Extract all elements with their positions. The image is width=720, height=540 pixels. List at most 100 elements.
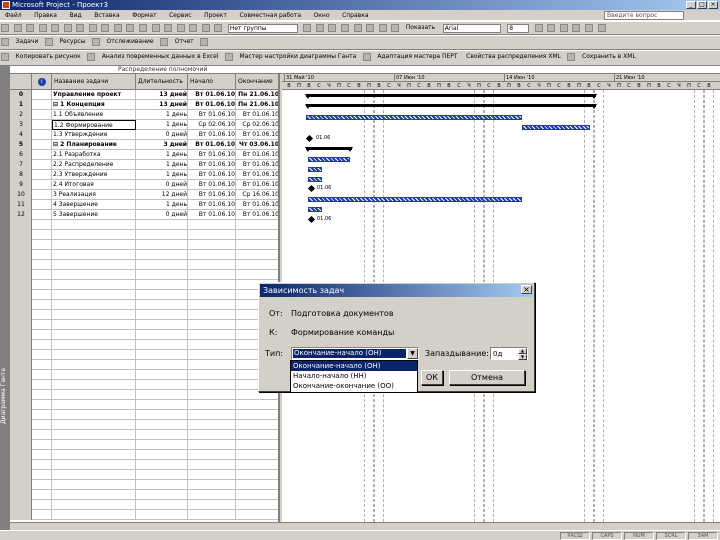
start-cell[interactable] xyxy=(188,490,236,500)
paste-icon[interactable] xyxy=(101,24,110,32)
row-header[interactable] xyxy=(10,470,32,480)
indicator-cell[interactable] xyxy=(32,410,52,420)
tracking-button[interactable]: Отслеживание xyxy=(107,38,154,46)
menu-view[interactable]: Вид xyxy=(65,10,87,20)
indicator-cell[interactable] xyxy=(32,480,52,490)
finish-cell[interactable]: Вт 01.06.10 xyxy=(236,210,278,220)
start-cell[interactable] xyxy=(188,400,236,410)
show-subtasks-icon[interactable] xyxy=(378,24,387,32)
notes-icon[interactable] xyxy=(201,24,210,32)
duration-cell[interactable] xyxy=(136,240,188,250)
row-header[interactable]: 10 xyxy=(10,190,32,200)
table-row[interactable]: 2 1.1 Объявление 1 день Вт 01.06.10 Вт 01.06… xyxy=(10,110,278,120)
task-name-cell[interactable]: 5 Завершение xyxy=(52,210,136,220)
finish-cell[interactable] xyxy=(236,430,278,440)
finish-cell[interactable]: Чт 03.06.10 xyxy=(236,140,278,150)
cut-icon[interactable] xyxy=(76,24,85,32)
table-row[interactable]: 11 4 Завершение 1 день Вт 01.06.10 Вт 01.06.… xyxy=(10,200,278,210)
menu-collaborate[interactable]: Совместная работа xyxy=(234,10,306,20)
table-row[interactable]: 5 ⊟ 2 Планирование 3 дней Вт 01.06.10 Чт 03.… xyxy=(10,140,278,150)
table-row[interactable] xyxy=(10,480,278,490)
start-cell[interactable] xyxy=(188,350,236,360)
finish-cell[interactable]: Ср 16.06.10 xyxy=(236,190,278,200)
indicator-cell[interactable] xyxy=(32,130,52,140)
start-cell[interactable] xyxy=(188,450,236,460)
duration-cell[interactable] xyxy=(136,500,188,510)
start-cell[interactable]: Ср 02.06.10 xyxy=(188,120,236,130)
start-cell[interactable] xyxy=(188,390,236,400)
duration-cell[interactable] xyxy=(136,260,188,270)
cancel-button[interactable]: Отмена xyxy=(449,370,525,385)
table-row[interactable]: 0 Управление проект 13 дней Вт 01.06.10 Пн 2… xyxy=(10,90,278,100)
finish-cell[interactable] xyxy=(236,500,278,510)
task-name-cell[interactable] xyxy=(52,420,136,430)
start-cell[interactable]: Вт 01.06.10 xyxy=(188,200,236,210)
print-icon[interactable] xyxy=(38,24,47,32)
row-header[interactable]: 11 xyxy=(10,200,32,210)
indicator-cell[interactable] xyxy=(32,210,52,220)
start-cell[interactable] xyxy=(188,440,236,450)
duration-cell[interactable] xyxy=(136,280,188,290)
duration-cell[interactable] xyxy=(136,370,188,380)
row-header[interactable] xyxy=(10,350,32,360)
task-name-cell[interactable] xyxy=(52,240,136,250)
task-name-cell[interactable] xyxy=(52,370,136,380)
table-row[interactable]: 12 5 Завершение 0 дней Вт 01.06.10 Вт 01.06.… xyxy=(10,210,278,220)
row-header[interactable] xyxy=(10,310,32,320)
indicator-cell[interactable] xyxy=(32,300,52,310)
summary-bar[interactable] xyxy=(305,94,597,99)
task-name-cell[interactable] xyxy=(52,310,136,320)
table-row[interactable] xyxy=(10,430,278,440)
finish-cell[interactable]: Пн 21.06.10 xyxy=(236,90,278,100)
table-row[interactable] xyxy=(10,460,278,470)
indicator-cell[interactable] xyxy=(32,120,52,130)
finish-cell[interactable]: Вт 01.06.10 xyxy=(236,170,278,180)
duration-cell[interactable] xyxy=(136,330,188,340)
duration-column-header[interactable]: Длительность xyxy=(136,74,188,90)
task-name-cell[interactable]: 2.4 Итоговая xyxy=(52,180,136,190)
font-combo[interactable]: Arial xyxy=(442,24,501,33)
task-name-cell[interactable] xyxy=(52,260,136,270)
help-icon[interactable] xyxy=(341,24,350,32)
table-row[interactable] xyxy=(10,370,278,380)
tracking-dropdown-icon[interactable] xyxy=(160,38,169,46)
spelling-icon[interactable] xyxy=(63,24,72,32)
task-name-cell[interactable] xyxy=(52,510,136,520)
table-row[interactable] xyxy=(10,490,278,500)
xml-props-button[interactable]: Свойства распределения XML xyxy=(466,53,561,61)
finish-cell[interactable] xyxy=(236,260,278,270)
finish-cell[interactable] xyxy=(236,450,278,460)
table-row[interactable]: 1 ⊟ 1 Концепция 13 дней Вт 01.06.10 Пн 21.06… xyxy=(10,100,278,110)
task-bar[interactable] xyxy=(308,207,322,212)
indicator-cell[interactable] xyxy=(32,370,52,380)
indicator-cell[interactable] xyxy=(32,420,52,430)
finish-cell[interactable] xyxy=(236,410,278,420)
row-header[interactable] xyxy=(10,480,32,490)
duration-cell[interactable]: 3 дней xyxy=(136,140,188,150)
save-xml-button[interactable]: Сохранить в XML xyxy=(582,53,636,61)
task-name-cell[interactable] xyxy=(52,400,136,410)
copy-picture-button[interactable]: Копировать рисунок xyxy=(16,53,81,61)
start-cell[interactable] xyxy=(188,320,236,330)
italic-icon[interactable] xyxy=(547,24,556,32)
duration-cell[interactable] xyxy=(136,250,188,260)
help-question-box[interactable]: Введите вопрос xyxy=(604,11,684,20)
table-row[interactable] xyxy=(10,220,278,230)
indicator-cell[interactable] xyxy=(32,180,52,190)
task-bar[interactable] xyxy=(522,125,590,130)
task-name-cell[interactable] xyxy=(52,330,136,340)
link-tasks-icon[interactable] xyxy=(151,24,160,32)
start-cell[interactable]: Вт 01.06.10 xyxy=(188,160,236,170)
minimize-button[interactable]: _ xyxy=(686,1,696,9)
entry-bar[interactable]: Распределение полномочий xyxy=(10,66,720,74)
duration-cell[interactable] xyxy=(136,470,188,480)
table-row[interactable]: 8 2.3 Утверждение 1 день Вт 01.06.10 Вт 01.0… xyxy=(10,170,278,180)
finish-cell[interactable] xyxy=(236,270,278,280)
goto-task-icon[interactable] xyxy=(328,24,337,32)
group-combo[interactable]: Нет группы xyxy=(227,24,298,33)
task-name-cell[interactable] xyxy=(52,410,136,420)
duration-cell[interactable] xyxy=(136,300,188,310)
summary-bar[interactable] xyxy=(305,147,353,152)
maximize-button[interactable]: □ xyxy=(697,1,707,9)
duration-cell[interactable]: 1 день xyxy=(136,170,188,180)
